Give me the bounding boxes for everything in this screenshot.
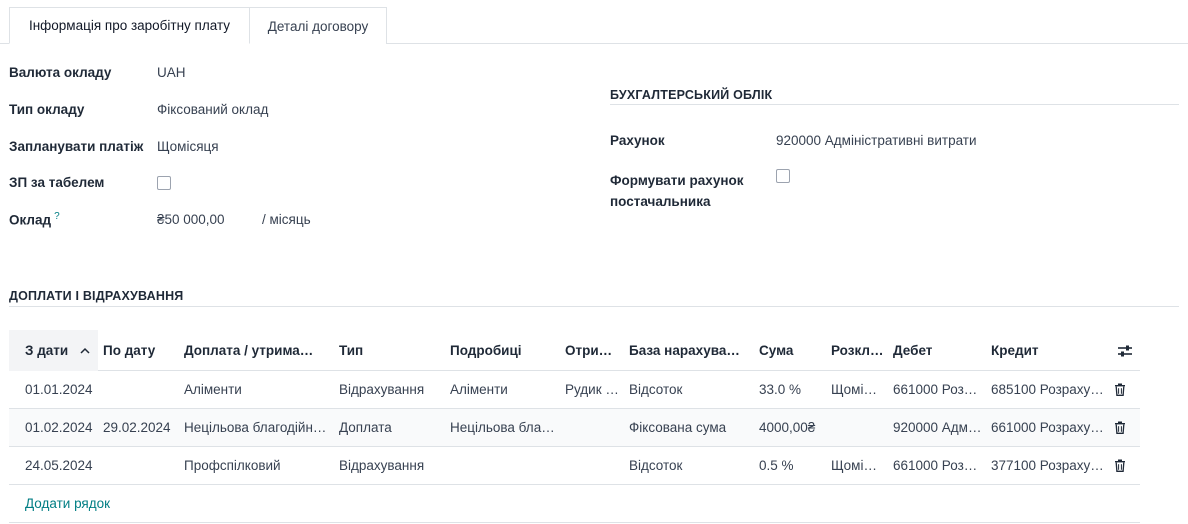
optional-columns-toggle[interactable] [1113, 330, 1137, 371]
notebook-tabs: Інформація про заробітну плату Деталі до… [0, 0, 1188, 44]
cell-type: Відрахування [339, 382, 425, 397]
cell-base: Фіксована сума [629, 420, 727, 435]
cell-allowance: Профспілковий [184, 458, 281, 473]
timesheet-checkbox[interactable] [157, 176, 171, 190]
wage-type-field[interactable]: Фіксований оклад [157, 102, 268, 117]
cell-debit: 661000 Роз… [893, 458, 978, 473]
account-label: Рахунок [610, 133, 665, 148]
cell-date-to [103, 371, 179, 408]
cell-distribution: Щомі… [831, 458, 877, 473]
cell-credit: 377100 Розраху… [991, 458, 1104, 473]
cell-date-to: 29.02.2024 [103, 420, 171, 435]
tab-contract-details-label: Деталі договору [267, 18, 369, 34]
cell-allowance: Нецільова благодійн… [184, 420, 327, 435]
column-header-date-to[interactable]: По дату [103, 330, 179, 371]
delete-row-button[interactable] [1111, 447, 1129, 484]
cell-details: Аліменти [450, 382, 508, 397]
delete-row-button[interactable] [1111, 371, 1129, 408]
column-header-recipient[interactable]: Отри… [565, 330, 623, 371]
sliders-icon [1117, 344, 1133, 358]
wage-period: / місяць [262, 212, 311, 227]
wage-label: Оклад? [9, 211, 60, 228]
cell-date-to [103, 447, 179, 484]
cell-date-from: 24.05.2024 [25, 458, 93, 473]
cell-base: Відсоток [629, 382, 683, 397]
cell-amount: 33.0 % [759, 382, 802, 397]
column-header-amount[interactable]: Сума [759, 330, 825, 371]
table-row[interactable]: 01.01.2024 Аліменти Відрахування Алімент… [9, 371, 1140, 409]
vendor-bill-label-line1: Формувати рахунок [610, 173, 744, 188]
allowances-table: З дати По дату Доплата / утрима… Тип Под… [9, 330, 1140, 523]
cell-type: Доплата [339, 420, 392, 435]
timesheet-label: ЗП за табелем [9, 175, 105, 190]
cell-date-from: 01.01.2024 [25, 382, 93, 397]
column-header-date-from-label: З дати [25, 343, 69, 358]
currency-field[interactable]: UAH [157, 65, 186, 80]
trash-icon [1114, 459, 1126, 472]
cell-recipient [565, 447, 623, 484]
column-header-allowance[interactable]: Доплата / утрима… [184, 330, 334, 371]
cell-credit: 661000 Розраху… [991, 420, 1104, 435]
account-field[interactable]: 920000 Адміністративні витрати [776, 133, 977, 148]
schedule-pay-field[interactable]: Щомісяця [157, 139, 219, 154]
wage-type-label: Тип окладу [9, 102, 85, 117]
accounting-section-divider [610, 104, 1179, 105]
contract-form: Інформація про заробітну плату Деталі до… [0, 0, 1188, 524]
column-header-details[interactable]: Подробиці [450, 330, 560, 371]
schedule-pay-label: Запланувати платіж [9, 139, 144, 154]
tab-contract-details[interactable]: Деталі договору [249, 7, 387, 44]
add-line-button[interactable]: Додати рядок [25, 485, 110, 522]
allowances-section-title: ДОПЛАТИ І ВІДРАХУВАННЯ [9, 289, 184, 303]
tab-salary-info-label: Інформація про заробітну плату [28, 18, 231, 33]
wage-label-text: Оклад [9, 212, 52, 228]
column-header-date-from[interactable]: З дати [9, 330, 98, 371]
help-icon[interactable]: ? [54, 211, 60, 222]
cell-base: Відсоток [629, 458, 683, 473]
cell-debit: 920000 Адм… [893, 420, 982, 435]
cell-details: Нецільова бла… [450, 420, 555, 435]
cell-debit: 661000 Роз… [893, 382, 978, 397]
vendor-bill-checkbox[interactable] [776, 169, 790, 183]
vendor-bill-label: Формувати рахунок постачальника [610, 170, 744, 212]
column-header-credit[interactable]: Кредит [991, 330, 1105, 371]
column-header-type[interactable]: Тип [339, 330, 445, 371]
table-row[interactable]: 01.02.2024 29.02.2024 Нецільова благодій… [9, 409, 1140, 447]
cell-credit: 685100 Розраху… [991, 382, 1104, 397]
column-header-distribution[interactable]: Розкл… [831, 330, 887, 371]
cell-distribution: Щомі… [831, 382, 877, 397]
cell-date-from: 01.02.2024 [25, 420, 93, 435]
column-header-debit[interactable]: Дебет [893, 330, 985, 371]
cell-type: Відрахування [339, 458, 425, 473]
cell-amount: 4000,00₴ [759, 420, 816, 435]
cell-distribution [831, 409, 887, 446]
cell-recipient [565, 409, 623, 446]
allowances-section-divider [9, 306, 1179, 307]
trash-icon [1114, 421, 1126, 434]
cell-details [450, 447, 560, 484]
currency-label: Валюта окладу [9, 65, 112, 80]
vendor-bill-label-line2: постачальника [610, 194, 711, 209]
delete-row-button[interactable] [1111, 409, 1129, 446]
table-header: З дати По дату Доплата / утрима… Тип Под… [9, 330, 1140, 371]
trash-icon [1114, 383, 1126, 396]
tab-salary-info[interactable]: Інформація про заробітну плату [9, 7, 250, 44]
add-line-row: Додати рядок [9, 485, 1140, 523]
table-row[interactable]: 24.05.2024 Профспілковий Відрахування Ві… [9, 447, 1140, 485]
cell-recipient: Рудик … [565, 382, 619, 397]
sort-ascending-icon [80, 347, 90, 354]
cell-amount: 0.5 % [759, 458, 794, 473]
column-header-base[interactable]: База нарахува… [629, 330, 753, 371]
accounting-section-title: БУХГАЛТЕРСЬКИЙ ОБЛІК [610, 88, 773, 102]
wage-field[interactable]: ₴50 000,00 [157, 212, 225, 227]
cell-allowance: Аліменти [184, 382, 242, 397]
